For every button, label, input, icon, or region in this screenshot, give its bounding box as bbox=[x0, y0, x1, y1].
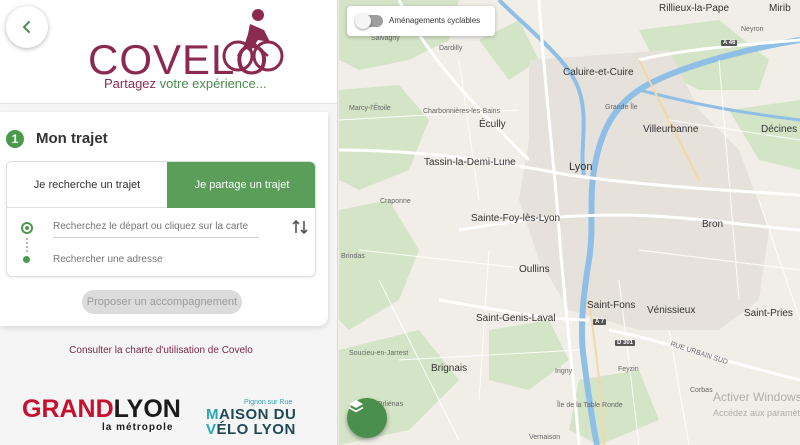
layers-icon bbox=[348, 400, 364, 413]
map-label: Corbas bbox=[690, 387, 713, 394]
windows-watermark: Activer Windows bbox=[713, 390, 800, 404]
start-point-icon bbox=[21, 222, 33, 234]
map-label: Oullins bbox=[519, 264, 550, 275]
covelo-logo: COVELO Partagez votre expérience... bbox=[86, 6, 298, 96]
map-label: Sainte-Foy-lès-Lyon bbox=[471, 213, 561, 224]
back-button[interactable] bbox=[6, 6, 48, 48]
map-label: Rillieux-la-Pape bbox=[659, 3, 730, 14]
map-label: Charbonnières-les-Bains bbox=[423, 108, 501, 115]
route-connector bbox=[26, 238, 28, 252]
tab-search-trip[interactable]: Je recherche un trajet bbox=[7, 162, 167, 208]
map-label: Tassin-la-Demi-Lune bbox=[424, 157, 516, 168]
covelo-tagline: Partagez votre expérience... bbox=[104, 76, 267, 91]
map-label: Salvagny bbox=[371, 35, 400, 42]
map-label: Bron bbox=[702, 219, 724, 230]
windows-watermark-sub: Accédez aux paramètres bbox=[713, 408, 800, 418]
bike-lanes-toggle[interactable] bbox=[355, 13, 383, 29]
sidebar: COVELO Partagez votre expérience... 1 Mo… bbox=[0, 0, 338, 445]
map-label: Mirib bbox=[769, 3, 791, 14]
map-label: Craponne bbox=[380, 198, 411, 205]
map-label: Saint-Genis-Laval bbox=[476, 313, 556, 324]
map-label: Écully bbox=[479, 119, 506, 130]
map-view[interactable]: Rillieux-la-Pape Mirib Neyron Caluire-et… bbox=[339, 0, 800, 445]
end-point-icon bbox=[23, 256, 30, 263]
trip-form: Je recherche un trajet Je partage un tra… bbox=[6, 161, 316, 277]
map-label: Feyzin bbox=[618, 366, 639, 373]
road-shield: D 301 bbox=[615, 340, 636, 346]
map-label: Irigny bbox=[555, 368, 573, 375]
grandlyon-logo: GRANDLYON la métropole bbox=[22, 395, 181, 433]
bike-lanes-toggle-panel: Aménagements cyclables bbox=[347, 6, 495, 36]
map-label: Caluire-et-Cuire bbox=[563, 67, 634, 78]
map-label: Villeurbanne bbox=[643, 124, 699, 135]
chevron-left-icon bbox=[22, 21, 30, 33]
propose-accompaniment-button[interactable]: Proposer un accompagnement bbox=[82, 290, 242, 314]
layers-button[interactable] bbox=[347, 398, 387, 438]
map-label: Grande Île bbox=[605, 104, 638, 111]
map-label: Soucieu-en-Jarrest bbox=[349, 350, 409, 357]
map-label: Île de la Table Ronde bbox=[557, 402, 623, 409]
map-label: Vénissieux bbox=[647, 305, 696, 316]
start-address-input[interactable] bbox=[53, 216, 259, 238]
maison-du-velo-logo: Pignon sur Rue MAISON DU VÉLO LYON bbox=[206, 399, 297, 438]
sidebar-header: COVELO Partagez votre expérience... bbox=[0, 0, 337, 104]
road-shield: A 7 bbox=[593, 319, 607, 325]
map-label: Saint-Fons bbox=[587, 300, 636, 311]
road-shield: A 46 bbox=[721, 40, 738, 46]
end-address-input[interactable] bbox=[53, 248, 259, 270]
swap-icon[interactable] bbox=[291, 218, 309, 236]
map-label: Lyon bbox=[569, 161, 593, 173]
map-label: Vernaison bbox=[529, 434, 561, 441]
map-label: Dardilly bbox=[439, 45, 463, 52]
step-title: Mon trajet bbox=[36, 130, 108, 147]
tab-share-trip[interactable]: Je partage un trajet bbox=[167, 162, 315, 208]
map-label: Brignais bbox=[431, 363, 468, 374]
bike-lanes-label: Aménagements cyclables bbox=[389, 16, 481, 25]
toggle-knob bbox=[355, 13, 371, 29]
step-number: 1 bbox=[6, 130, 24, 148]
map-label: Saint-Pries bbox=[744, 308, 793, 319]
map-label: Décines bbox=[761, 124, 798, 135]
map-label: Brindas bbox=[341, 253, 365, 260]
map-label: Marcy-l'Étoile bbox=[349, 105, 391, 112]
map-label: Neyron bbox=[741, 26, 764, 33]
charter-link[interactable]: Consulter la charte d'utilisation de Cov… bbox=[0, 345, 322, 356]
